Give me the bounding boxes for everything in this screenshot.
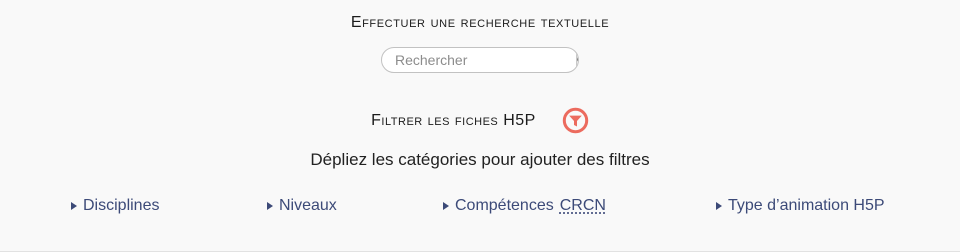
category-label: Type d’animation H5P (728, 197, 885, 214)
search-icon (577, 56, 578, 62)
filter-toggle-button[interactable] (562, 107, 589, 134)
category-label: Disciplines (83, 197, 160, 214)
caret-right-icon (267, 202, 273, 210)
search-box (381, 47, 579, 73)
category-abbreviation: CRCN (559, 197, 606, 214)
caret-right-icon (716, 202, 722, 210)
category-niveaux[interactable]: Niveaux (267, 197, 337, 215)
category-label: Niveaux (279, 197, 337, 214)
filter-title-text: Filtrer les fiches H5P (371, 111, 536, 129)
filter-icon (562, 107, 589, 134)
category-disciplines[interactable]: Disciplines (71, 197, 159, 215)
search-section-title: Effectuer une recherche textuelle (350, 14, 610, 31)
search-input[interactable] (382, 48, 576, 72)
filter-section-title: Filtrer les fiches H5P (0, 107, 960, 134)
category-label: Compétences (455, 197, 554, 214)
caret-right-icon (71, 202, 77, 210)
filter-instructions: Dépliez les catégories pour ajouter des … (310, 150, 650, 169)
search-button[interactable] (576, 48, 578, 72)
category-type-animation[interactable]: Type d’animation H5P (716, 197, 885, 215)
caret-right-icon (443, 202, 449, 210)
category-competences-crcn[interactable]: Compétences CRCN (443, 197, 606, 215)
